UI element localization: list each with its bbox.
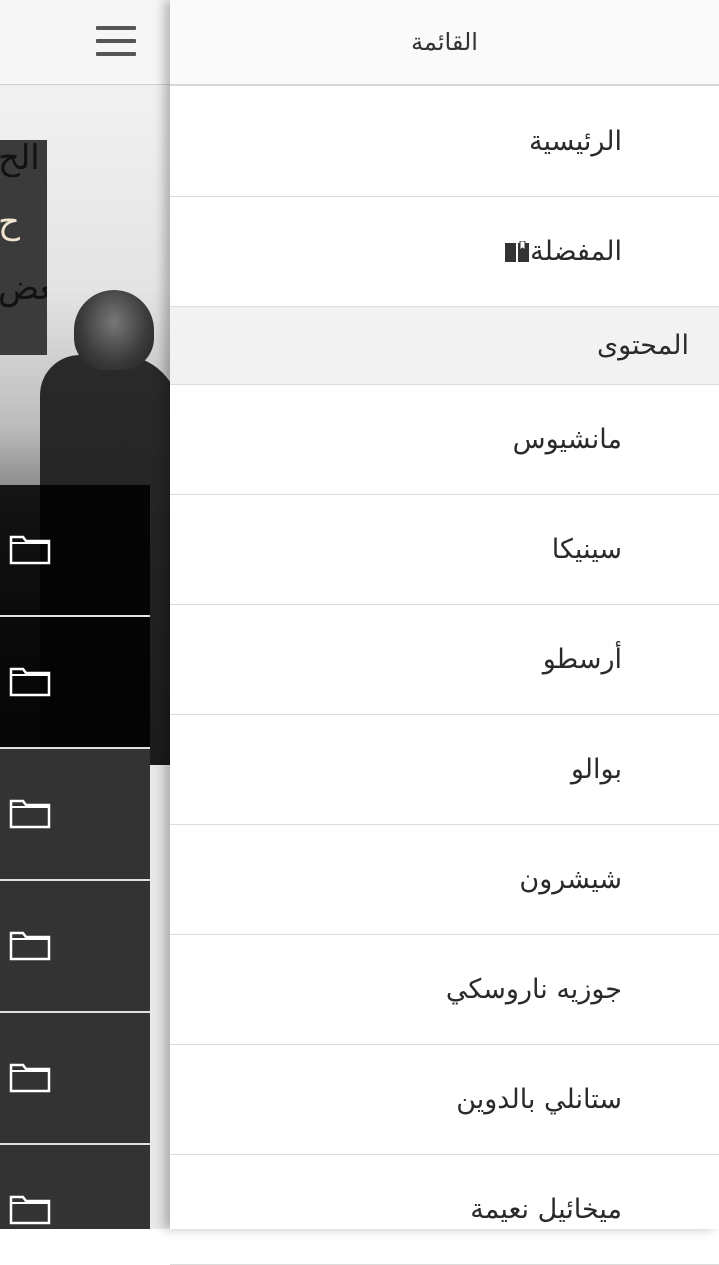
content-item-label: ميخائيل نعيمة [470, 1194, 622, 1225]
folder-icon [9, 667, 51, 697]
content-item[interactable]: سينيكا [170, 495, 719, 605]
content-item-label: جوزيه ناروسكي [445, 974, 622, 1005]
content-item[interactable]: شيشرون [170, 825, 719, 935]
list-item[interactable] [0, 1145, 150, 1229]
section-header-content: المحتوى [170, 307, 719, 385]
menu-item-label: الرئيسية [529, 125, 622, 157]
folder-icon [9, 535, 51, 565]
banner-quote-line: ح [0, 202, 20, 242]
content-item-label: بوالو [570, 754, 622, 785]
folder-icon [9, 1063, 51, 1093]
list-item[interactable] [0, 881, 150, 1013]
menu-item-home[interactable]: الرئيسية [170, 86, 719, 197]
soldier-helmet [74, 290, 154, 370]
content-item[interactable]: ستانلي بالدوين [170, 1045, 719, 1155]
content-item-label: سينيكا [551, 534, 622, 565]
content-item[interactable]: مانشيوس [170, 385, 719, 495]
bookmark-icon [505, 240, 530, 262]
folder-icon [9, 799, 51, 829]
content-item-label: شيشرون [519, 864, 622, 895]
content-item[interactable]: بوالو [170, 715, 719, 825]
banner-quote-box: الح ح بعض [0, 140, 47, 355]
folder-icon [9, 931, 51, 961]
top-app-bar [0, 0, 170, 85]
folder-icon [9, 1195, 51, 1225]
content-item[interactable]: ميخائيل نعيمة [170, 1155, 719, 1265]
menu-item-favorites[interactable]: المفضلة [170, 197, 719, 307]
background-page: الح ح بعض [0, 0, 170, 1229]
content-item-label: مانشيوس [512, 424, 622, 455]
list-item[interactable] [0, 485, 150, 617]
content-item[interactable]: جوزيه ناروسكي [170, 935, 719, 1045]
background-folder-list [0, 485, 150, 1229]
content-item-label: أرسطو [542, 644, 622, 675]
banner-quote-line: بعض [0, 268, 47, 308]
list-item[interactable] [0, 617, 150, 749]
content-item[interactable]: أرسطو [170, 605, 719, 715]
list-item[interactable] [0, 749, 150, 881]
list-item[interactable] [0, 1013, 150, 1145]
hamburger-icon[interactable] [96, 26, 138, 58]
navigation-drawer: القائمة الرئيسية المفضلة المحتوى مانشيوس… [170, 0, 719, 1265]
content-item-label: ستانلي بالدوين [456, 1084, 622, 1115]
menu-item-label: المفضلة [530, 236, 622, 267]
drawer-title: القائمة [170, 0, 719, 86]
banner-quote-line: الح [0, 140, 40, 178]
